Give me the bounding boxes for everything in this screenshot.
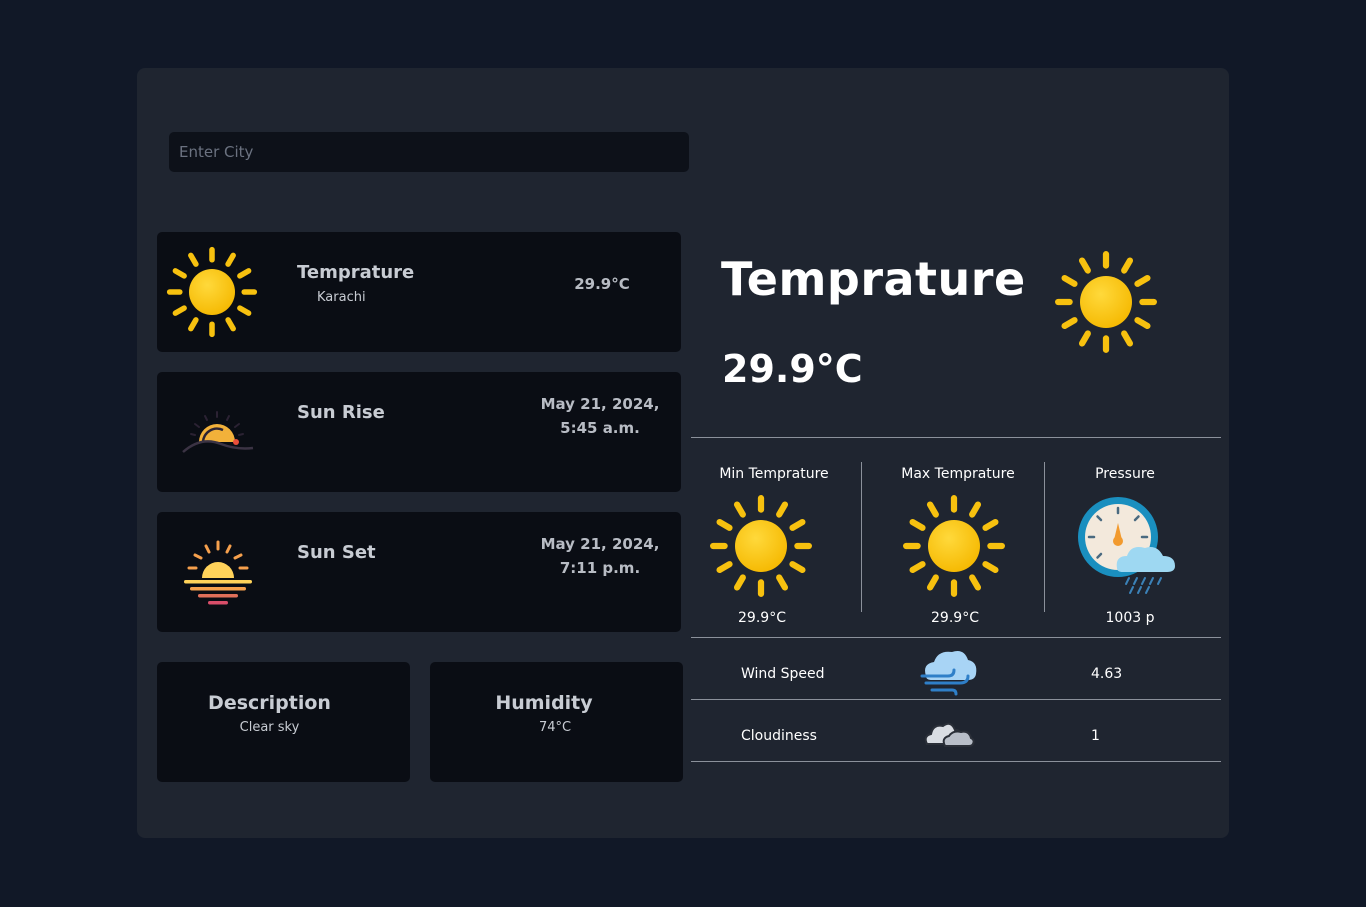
cloudiness-label: Cloudiness <box>741 728 817 744</box>
sunset-icon <box>184 540 252 605</box>
pressure-value: 1003 p <box>1105 610 1155 626</box>
pressure-gauge-icon <box>1078 497 1175 594</box>
main-sun-icon <box>1054 250 1158 354</box>
description-card: Description Clear sky <box>157 662 410 782</box>
min-temperature-label: Min Temprature <box>719 466 829 482</box>
sunrise-card: Sun Rise May 21, 2024, 5:45 a.m. <box>157 372 681 492</box>
cloudiness-value: 1 <box>1091 728 1100 744</box>
humidity-card: Humidity 74°C <box>430 662 683 782</box>
weather-panel: Temprature Karachi 29.9°C Sun Rise May 2… <box>137 68 1229 838</box>
description-card-value: Clear sky <box>239 720 300 735</box>
sun-icon <box>902 494 1006 598</box>
temperature-card-value: 29.9°C <box>574 275 630 293</box>
sun-icon <box>166 246 258 338</box>
sunrise-icon <box>182 411 254 453</box>
city-search-input[interactable] <box>169 132 689 172</box>
sunset-card-value: May 21, 2024, 7:11 p.m. <box>540 535 660 577</box>
divider <box>691 699 1221 700</box>
main-temperature-value: 29.9°C <box>722 347 863 391</box>
wind-cloud-icon <box>920 651 977 696</box>
temperature-card-city: Karachi <box>317 290 366 305</box>
max-temperature-label: Max Temprature <box>901 466 1015 482</box>
sunset-card-title: Sun Set <box>297 542 376 563</box>
divider <box>1044 462 1045 612</box>
temperature-card: Temprature Karachi 29.9°C <box>157 232 681 352</box>
main-temperature-title: Temprature <box>721 252 1026 306</box>
sunrise-card-value: May 21, 2024, 5:45 a.m. <box>540 395 660 437</box>
wind-speed-label: Wind Speed <box>741 666 825 682</box>
pressure-label: Pressure <box>1095 466 1155 482</box>
max-temperature-value: 29.9°C <box>931 610 979 626</box>
divider <box>861 462 862 612</box>
divider <box>691 437 1221 438</box>
sun-icon <box>709 494 813 598</box>
wind-speed-value: 4.63 <box>1091 666 1123 682</box>
divider <box>691 637 1221 638</box>
divider <box>691 761 1221 762</box>
sunrise-card-title: Sun Rise <box>297 402 385 423</box>
description-card-title: Description <box>208 692 331 714</box>
humidity-card-value: 74°C <box>538 720 572 735</box>
min-temperature-value: 29.9°C <box>738 610 786 626</box>
clouds-icon <box>924 722 975 747</box>
sunset-card: Sun Set May 21, 2024, 7:11 p.m. <box>157 512 681 632</box>
humidity-card-title: Humidity <box>495 692 593 714</box>
temperature-card-title: Temprature <box>297 262 415 283</box>
